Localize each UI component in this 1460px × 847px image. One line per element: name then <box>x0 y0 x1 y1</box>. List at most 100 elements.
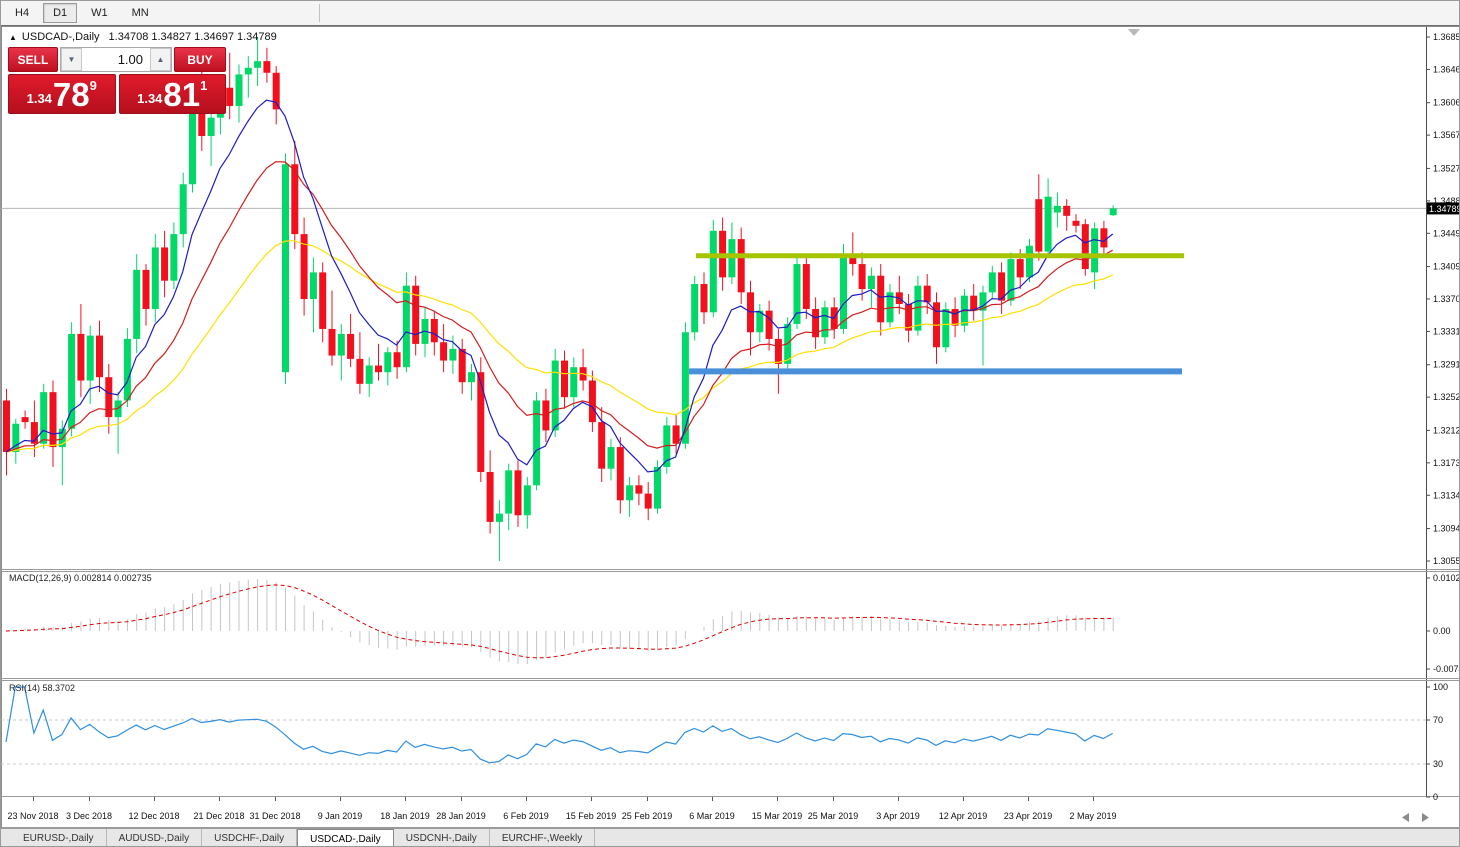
date-axis-label[interactable]: 12 Dec 2018 <box>128 811 179 821</box>
date-axis-label[interactable]: 25 Feb 2019 <box>622 811 673 821</box>
candle-bullish <box>384 352 391 372</box>
date-axis-label[interactable]: 15 Feb 2019 <box>566 811 617 821</box>
chart-tab-audusd[interactable]: AUDUSD-,Daily <box>107 829 203 847</box>
candle-bullish <box>821 307 828 337</box>
price-axis-label: 1.36460 <box>1433 64 1460 74</box>
candle-bearish <box>635 485 642 493</box>
chart-tab-bar: EURUSD-,DailyAUDUSD-,DailyUSDCHF-,DailyU… <box>1 828 1460 847</box>
candle-bearish <box>589 381 596 423</box>
chart-tab-eurchf[interactable]: EURCHF-,Weekly <box>490 829 595 847</box>
candle-bullish <box>236 74 243 106</box>
candle-bullish <box>170 234 177 281</box>
date-axis-label[interactable]: 23 Apr 2019 <box>1004 811 1053 821</box>
candle-bullish <box>1026 246 1033 278</box>
scroll-right-icon[interactable] <box>1422 813 1429 822</box>
candle-bearish <box>394 352 401 367</box>
price-axis-label: 1.32910 <box>1433 360 1460 370</box>
candle-bullish <box>654 467 661 509</box>
date-axis-label[interactable]: 15 Mar 2019 <box>752 811 803 821</box>
macd-signal-line <box>6 585 1113 658</box>
date-axis-label[interactable]: 31 Dec 2018 <box>249 811 300 821</box>
buy-button[interactable]: BUY <box>174 47 226 72</box>
price-axis-label: 1.35270 <box>1433 163 1460 173</box>
candle-bearish <box>487 472 494 522</box>
panel-collapse-arrow-icon[interactable] <box>1128 29 1140 36</box>
price-axis-label: 1.30940 <box>1433 524 1460 534</box>
candle-bullish <box>282 164 289 372</box>
candle-bullish <box>124 339 131 401</box>
candle-bearish <box>143 270 150 309</box>
price-axis-label: 1.35670 <box>1433 130 1460 140</box>
candle-bullish <box>626 485 633 500</box>
chart-title: ▲USDCAD-,Daily1.34708 1.34827 1.34697 1.… <box>9 31 277 43</box>
rsi-axis-label: 0 <box>1433 792 1438 802</box>
date-axis-label[interactable]: 3 Dec 2018 <box>66 811 112 821</box>
ma-line-mid-ema <box>6 162 1113 452</box>
sell-price-box[interactable]: 1.34 78 9 <box>8 74 116 114</box>
candle-bullish <box>468 372 475 382</box>
macd-axis-label: 0.010229 <box>1433 573 1460 583</box>
candle-bearish <box>161 247 168 280</box>
candle-bearish <box>803 264 810 309</box>
collapse-triangle-icon[interactable]: ▲ <box>9 33 17 42</box>
price-axis-label: 1.30550 <box>1433 556 1460 566</box>
chart-frame <box>2 27 1460 828</box>
volume-value[interactable]: 1.00 <box>82 48 150 71</box>
date-axis-label[interactable]: 23 Nov 2018 <box>7 811 58 821</box>
candle-bearish <box>226 88 233 106</box>
date-axis-label[interactable]: 25 Mar 2019 <box>808 811 859 821</box>
date-axis-label[interactable]: 6 Mar 2019 <box>689 811 735 821</box>
candle-bearish <box>598 422 605 469</box>
chart-tab-usdchf[interactable]: USDCHF-,Daily <box>202 829 297 847</box>
candle-bearish <box>347 334 354 359</box>
candle-bullish <box>1054 206 1061 213</box>
candle-bullish <box>152 247 159 309</box>
date-axis-label[interactable]: 21 Dec 2018 <box>193 811 244 821</box>
chart-tab-usdcad[interactable]: USDCAD-,Daily <box>297 829 394 847</box>
candle-bullish <box>449 349 456 361</box>
candle-bearish <box>1063 206 1070 216</box>
sell-button[interactable]: SELL <box>8 47 58 72</box>
sell-price-sup: 9 <box>90 78 97 93</box>
one-click-trade-panel: SELL ▼ 1.00 ▲ BUY 1.34 78 9 1.34 81 1 <box>8 47 226 114</box>
date-axis-label[interactable]: 12 Apr 2019 <box>939 811 988 821</box>
chart-tab-eurusd[interactable]: EURUSD-,Daily <box>11 829 107 847</box>
chart-tab-usdcnh[interactable]: USDCNH-,Daily <box>394 829 490 847</box>
candle-bullish <box>989 272 996 292</box>
volume-increase-button[interactable]: ▲ <box>150 48 171 71</box>
candle-bearish <box>1017 259 1024 277</box>
candle-bearish <box>701 284 708 312</box>
date-axis-label[interactable]: 28 Jan 2019 <box>436 811 486 821</box>
buy-price-box[interactable]: 1.34 81 1 <box>119 74 227 114</box>
candle-bullish <box>366 366 373 384</box>
candle-bullish <box>180 184 187 234</box>
volume-decrease-button[interactable]: ▼ <box>61 48 82 71</box>
date-axis-label[interactable]: 18 Jan 2019 <box>380 811 430 821</box>
rsi-axis-label: 100 <box>1433 682 1448 692</box>
date-axis-label[interactable]: 6 Feb 2019 <box>503 811 549 821</box>
candle-bullish <box>505 470 512 513</box>
candle-bearish <box>319 272 326 329</box>
price-axis-label: 1.33310 <box>1433 326 1460 336</box>
date-axis-label[interactable]: 3 Apr 2019 <box>876 811 920 821</box>
price-axis-label: 1.36060 <box>1433 98 1460 108</box>
candle-bearish <box>440 342 447 360</box>
candle-bullish <box>496 514 503 522</box>
candle-bullish <box>338 334 345 356</box>
candle-bullish <box>189 104 196 184</box>
trade-prices-row: 1.34 78 9 1.34 81 1 <box>8 74 226 114</box>
date-axis-label[interactable]: 9 Jan 2019 <box>318 811 363 821</box>
chart-canvas[interactable]: 1.368501.364601.360601.356701.352701.348… <box>1 1 1460 847</box>
price-axis-label: 1.31340 <box>1433 490 1460 500</box>
candle-bullish <box>608 447 615 469</box>
candle-bearish <box>3 400 10 452</box>
candle-bearish <box>1100 228 1107 247</box>
candle-bearish <box>431 319 438 342</box>
macd-axis-label: 0.00 <box>1433 626 1451 636</box>
price-axis-label: 1.36850 <box>1433 32 1460 42</box>
scroll-left-icon[interactable] <box>1402 813 1409 822</box>
date-axis-label[interactable]: 2 May 2019 <box>1069 811 1116 821</box>
candle-bearish <box>766 311 773 339</box>
sell-price-prefix: 1.34 <box>27 91 52 106</box>
chart-symbol: USDCAD-,Daily <box>22 31 100 43</box>
